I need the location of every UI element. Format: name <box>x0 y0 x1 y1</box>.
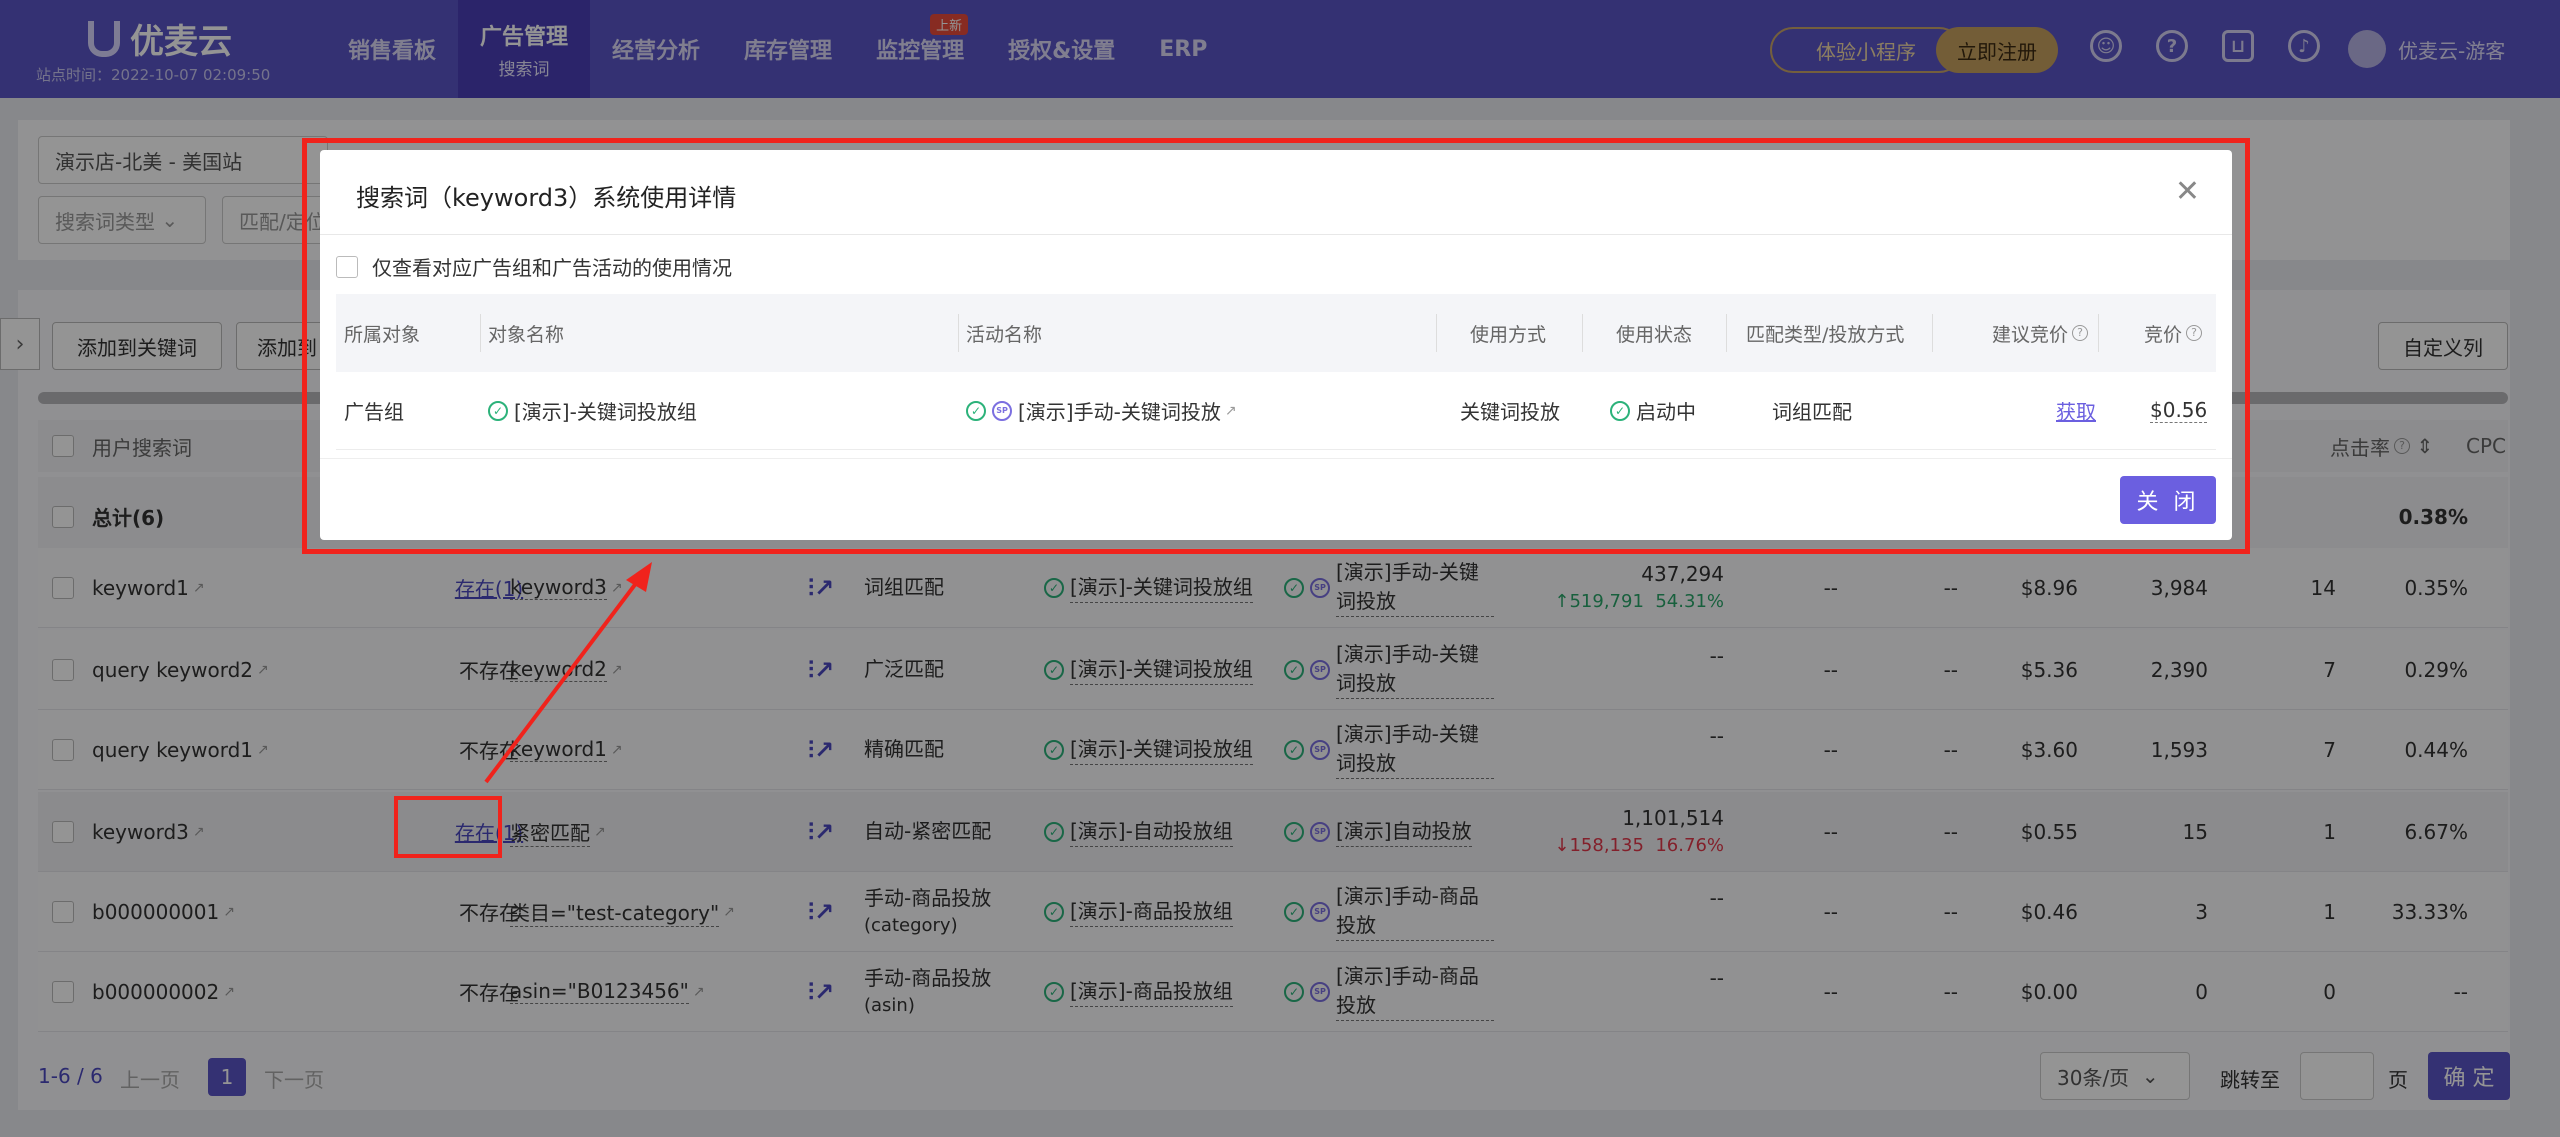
col-label: 建议竞价 <box>1992 323 2069 346</box>
col-usage: 使用方式 <box>1470 323 1547 346</box>
usage-status: ✓ 启动中 <box>1610 372 1696 449</box>
usage-status-text: 启动中 <box>1636 400 1696 424</box>
help-icon[interactable]: ? <box>2072 325 2089 341</box>
get-suggested-bid-link[interactable]: 获取 <box>2056 372 2096 449</box>
status-ok-icon: ✓ <box>1610 400 1630 421</box>
modal-table-header: 所属对象 对象名称 活动名称 使用方式 使用状态 匹配类型/投放方式 建议竞价?… <box>336 294 2216 372</box>
only-related-checkbox[interactable] <box>336 255 358 278</box>
object-name[interactable]: ✓ [演示]-关键词投放组 <box>488 372 697 449</box>
status-ok-icon: ✓ <box>966 400 986 421</box>
col-bid: 竞价? <box>2144 294 2203 372</box>
usage-method: 关键词投放 <box>1460 400 1560 424</box>
object-name-text: [演示]-关键词投放组 <box>514 400 697 424</box>
modal-title: 搜索词（keyword3）系统使用详情 <box>356 184 737 212</box>
object-type: 广告组 <box>344 400 404 424</box>
close-button[interactable]: 关 闭 <box>2120 476 2216 524</box>
campaign-name[interactable]: ✓ SP [演示]手动-关键词投放 ↗ <box>966 372 1237 449</box>
col-object-name: 对象名称 <box>488 323 565 346</box>
external-link-icon[interactable]: ↗ <box>1225 403 1237 419</box>
match-type: 词组匹配 <box>1772 400 1852 424</box>
col-match: 匹配类型/投放方式 <box>1746 323 1905 346</box>
divider <box>320 458 2232 459</box>
usage-detail-modal: 搜索词（keyword3）系统使用详情 ✕ 仅查看对应广告组和广告活动的使用情况… <box>320 150 2232 540</box>
campaign-name-text: [演示]手动-关键词投放 <box>1018 400 1221 424</box>
only-related-filter[interactable]: 仅查看对应广告组和广告活动的使用情况 <box>336 252 732 281</box>
bid-value[interactable]: $0.56 <box>2150 372 2208 449</box>
col-campaign: 活动名称 <box>966 323 1043 346</box>
annotation-highlight-box <box>394 796 502 858</box>
sp-badge-icon: SP <box>992 400 1012 421</box>
close-icon[interactable]: ✕ <box>2175 174 2200 209</box>
divider <box>320 234 2232 235</box>
status-ok-icon: ✓ <box>488 400 508 421</box>
col-suggest-bid: 建议竞价? <box>1992 294 2089 372</box>
col-object: 所属对象 <box>344 323 421 346</box>
only-related-label: 仅查看对应广告组和广告活动的使用情况 <box>372 256 732 280</box>
modal-table-row: 广告组 ✓ [演示]-关键词投放组 ✓ SP [演示]手动-关键词投放 ↗ 关键词投放 … <box>336 372 2216 450</box>
col-status: 使用状态 <box>1616 323 1693 346</box>
bid-value-text: $0.56 <box>2150 398 2208 423</box>
help-icon[interactable]: ? <box>2186 325 2203 341</box>
col-label: 竞价 <box>2144 323 2183 346</box>
